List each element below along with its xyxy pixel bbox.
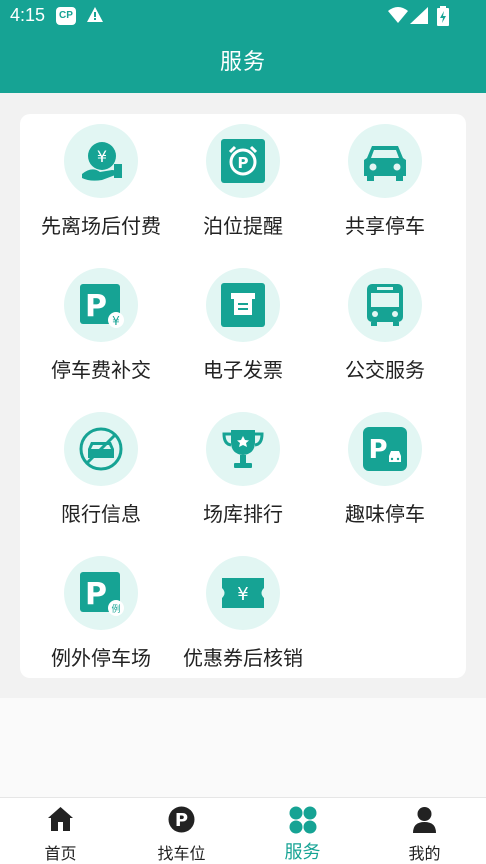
warning-icon bbox=[87, 7, 103, 22]
svg-text:¥: ¥ bbox=[112, 314, 120, 328]
pay-later-icon: ¥ bbox=[82, 142, 122, 181]
service-pay-later[interactable]: ¥ 先离场后付费 bbox=[26, 114, 176, 254]
service-label: 电子发票 bbox=[203, 358, 283, 382]
services-card: ¥ 先离场后付费 P 泊位提醒 共享停车 P ¥ 停车费补交 电子发票 公交服务… bbox=[20, 114, 466, 678]
service-parking-fee[interactable]: P ¥ 停车费补交 bbox=[26, 258, 176, 398]
car-icon bbox=[364, 146, 406, 181]
nav-find-parking[interactable]: P 找车位 bbox=[121, 798, 242, 864]
trophy-icon bbox=[222, 430, 264, 468]
service-shared-parking[interactable]: 共享停车 bbox=[310, 114, 460, 254]
parking-alarm-icon: P bbox=[221, 139, 265, 183]
service-label: 停车费补交 bbox=[51, 358, 151, 382]
app-badge-icon: CP bbox=[56, 7, 76, 25]
fun-parking-icon: P bbox=[363, 427, 407, 471]
signal-icon bbox=[410, 7, 428, 24]
svg-text:¥: ¥ bbox=[237, 584, 248, 605]
svg-text:P: P bbox=[175, 810, 188, 831]
nav-label: 服务 bbox=[284, 842, 321, 863]
service-label: 共享停车 bbox=[345, 214, 425, 238]
service-label: 公交服务 bbox=[345, 358, 425, 382]
exception-parking-icon: P 例 bbox=[80, 572, 124, 616]
status-time: 4:15 bbox=[10, 5, 46, 25]
service-coupon-writeoff[interactable]: ¥ 优惠券后核销 bbox=[168, 546, 318, 686]
bus-icon bbox=[367, 284, 403, 326]
person-icon bbox=[413, 807, 436, 833]
svg-text:例: 例 bbox=[111, 603, 120, 615]
nav-home[interactable]: 首页 bbox=[0, 798, 121, 864]
parking-p-icon: P bbox=[168, 806, 195, 833]
bottom-navigation: 首页 P 找车位 服务 我的 bbox=[0, 797, 486, 864]
services-icon bbox=[289, 806, 317, 834]
service-e-invoice[interactable]: 电子发票 bbox=[168, 258, 318, 398]
wifi-icon bbox=[388, 7, 408, 23]
svg-text:P: P bbox=[368, 435, 387, 465]
nav-label: 找车位 bbox=[157, 844, 206, 863]
service-restriction-info[interactable]: 限行信息 bbox=[26, 402, 176, 542]
service-label: 限行信息 bbox=[61, 502, 141, 526]
service-label: 例外停车场 bbox=[51, 646, 151, 670]
nav-services[interactable]: 服务 bbox=[242, 798, 363, 864]
coupon-icon: ¥ bbox=[222, 578, 264, 608]
nav-profile[interactable]: 我的 bbox=[364, 798, 485, 864]
service-exception-lot[interactable]: P 例 例外停车场 bbox=[26, 546, 176, 686]
service-label: 趣味停车 bbox=[345, 502, 425, 526]
service-fun-parking[interactable]: P 趣味停车 bbox=[310, 402, 460, 542]
app-bar: 服务 bbox=[0, 32, 486, 93]
nav-label: 我的 bbox=[408, 844, 441, 863]
service-bus[interactable]: 公交服务 bbox=[310, 258, 460, 398]
service-garage-ranking[interactable]: 场库排行 bbox=[168, 402, 318, 542]
service-label: 场库排行 bbox=[203, 502, 283, 526]
page-title: 服务 bbox=[219, 50, 266, 75]
invoice-icon bbox=[221, 283, 265, 327]
svg-text:P: P bbox=[85, 577, 107, 612]
parking-fee-icon: P ¥ bbox=[80, 284, 124, 328]
home-icon bbox=[48, 807, 73, 831]
service-label: 泊位提醒 bbox=[203, 214, 283, 238]
restricted-car-icon bbox=[79, 427, 123, 471]
nav-label: 首页 bbox=[44, 844, 77, 863]
svg-text:¥: ¥ bbox=[97, 147, 107, 166]
service-parking-alarm[interactable]: P 泊位提醒 bbox=[168, 114, 318, 254]
service-label: 先离场后付费 bbox=[41, 214, 161, 238]
svg-text:P: P bbox=[238, 154, 249, 172]
status-bar: 4:15 CP bbox=[0, 0, 486, 32]
service-label: 优惠券后核销 bbox=[183, 646, 303, 670]
svg-text:P: P bbox=[85, 289, 107, 324]
battery-icon bbox=[437, 6, 449, 26]
